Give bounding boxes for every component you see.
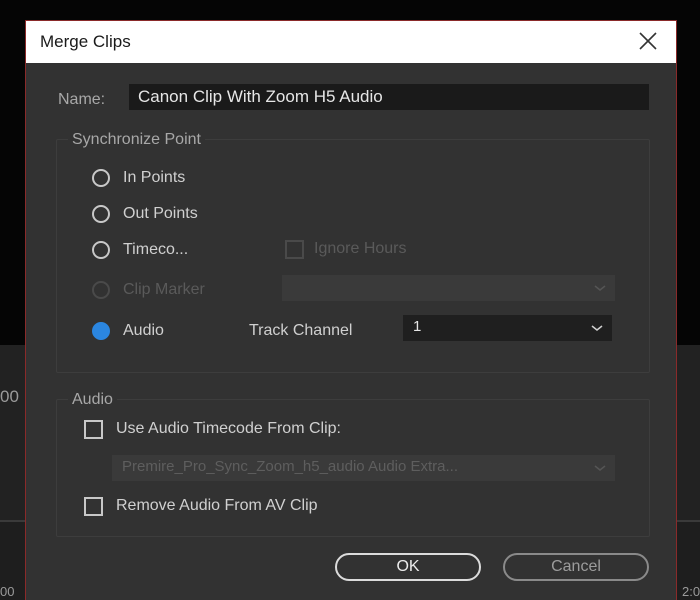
out-points-label[interactable]: Out Points [123,205,198,223]
use-audio-timecode-label[interactable]: Use Audio Timecode From Clip: [116,420,341,438]
background-bottom-left-fragment: 00 [0,584,15,599]
out-points-radio[interactable] [92,205,110,223]
audio-group-title: Audio [68,391,117,409]
audio-label[interactable]: Audio [123,322,164,340]
ignore-hours-checkbox[interactable] [285,240,304,259]
in-points-label[interactable]: In Points [123,169,185,187]
background-timecode-fragment: 00 [0,387,19,406]
name-input[interactable] [129,84,649,110]
use-audio-timecode-checkbox[interactable] [84,420,103,439]
clip-marker-select[interactable] [282,275,615,301]
track-channel-select[interactable]: 1 [403,315,612,341]
ok-button[interactable]: OK [335,553,481,581]
merge-clips-dialog: Merge Clips Name: Synchronize Point In P… [25,20,677,600]
cancel-button[interactable]: Cancel [503,553,649,581]
close-button[interactable] [634,27,662,55]
track-channel-label: Track Channel [249,322,353,339]
name-label: Name: [58,91,106,108]
chevron-down-icon [594,465,606,471]
audio-radio[interactable] [92,322,110,340]
close-icon [639,32,657,50]
timecode-label[interactable]: Timeco... [123,241,188,259]
audio-clip-select-value: Premire_Pro_Sync_Zoom_h5_audio Audio Ext… [122,458,459,475]
audio-clip-select[interactable]: Premire_Pro_Sync_Zoom_h5_audio Audio Ext… [112,455,615,481]
timecode-radio[interactable] [92,241,110,259]
remove-audio-checkbox[interactable] [84,497,103,516]
chevron-down-icon [591,325,603,331]
in-points-radio[interactable] [92,169,110,187]
synchronize-point-title: Synchronize Point [68,131,205,149]
ignore-hours-label: Ignore Hours [314,240,407,257]
dialog-title: Merge Clips [40,32,131,51]
clip-marker-label: Clip Marker [123,281,205,298]
track-channel-select-value: 1 [413,318,422,335]
clip-marker-radio[interactable] [92,281,110,299]
chevron-down-icon [594,285,606,291]
remove-audio-label[interactable]: Remove Audio From AV Clip [116,497,318,515]
dialog-titlebar: Merge Clips [26,21,676,63]
background-bottom-right-fragment: 2:0 [682,584,700,599]
